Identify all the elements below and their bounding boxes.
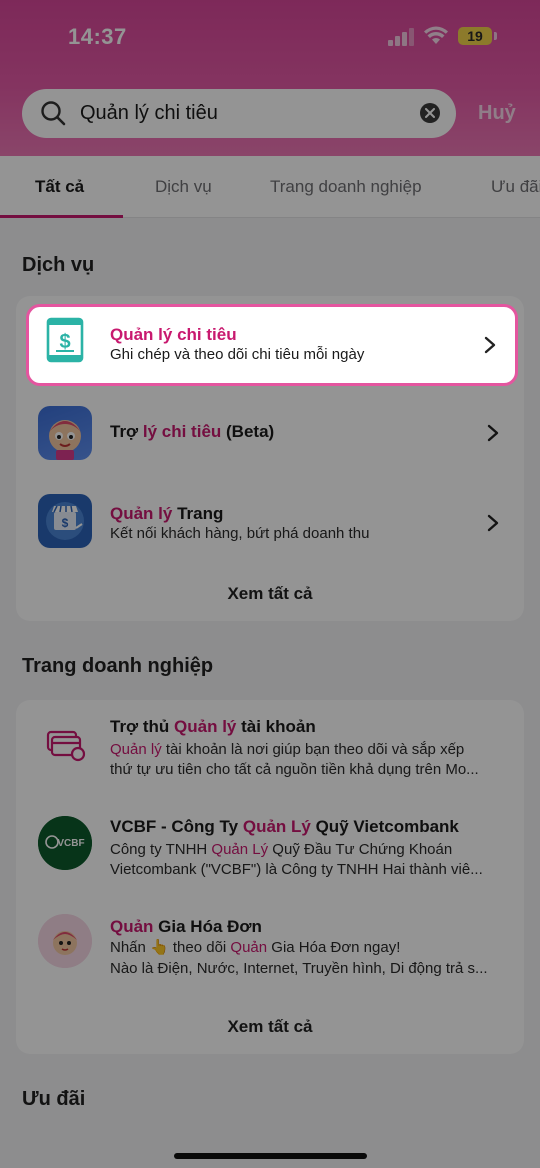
services-see-all-button[interactable]: Xem tất cả: [16, 584, 524, 604]
list-item-vcbf[interactable]: VCBF VCBF - Công Ty Quản Lý Quỹ Vietcomb…: [16, 800, 524, 898]
svg-text:$: $: [59, 331, 70, 353]
account-manager-desc-line2: thứ tự ưu tiên cho tất cả nguồn tiền khả…: [110, 761, 479, 778]
bill-butler-desc-line1: Nhấn 👆 theo dõi Quản Gia Hóa Đơn ngay!: [110, 939, 401, 956]
business-card: Trợ thủ Quản lý tài khoản Quản lý tài kh…: [16, 700, 524, 1054]
active-tab-indicator: [0, 215, 123, 218]
tab-services[interactable]: Dịch vụ: [155, 177, 212, 197]
business-section-title: Trang doanh nghiệp: [22, 655, 214, 677]
card-stack-icon: [38, 716, 92, 770]
list-item-page-manager[interactable]: $ Quản lý Trang Kết nối khách hàng, bứt …: [16, 482, 524, 562]
list-item-expense-assistant[interactable]: Trợ lý chi tiêu (Beta): [16, 396, 524, 470]
bill-butler-avatar-icon: [38, 914, 92, 968]
tab-bar: Tất cả Dịch vụ Trang doanh nghiệp Ưu đãi: [0, 156, 540, 218]
business-see-all-button[interactable]: Xem tất cả: [16, 1017, 524, 1037]
chevron-right-icon: [487, 514, 499, 532]
bill-butler-title: Quản Gia Hóa Đơn: [110, 917, 262, 936]
search-icon: [41, 101, 66, 126]
chevron-right-icon: [487, 424, 499, 442]
highlighted-subtitle: Ghi chép và theo dõi chi tiêu mỗi ngày: [110, 346, 365, 363]
search-query[interactable]: Quản lý chi tiêu: [80, 102, 218, 125]
search-input[interactable]: Quản lý chi tiêu: [22, 89, 456, 138]
status-time: 14:37: [68, 24, 127, 49]
highlighted-title: Quản lý chi tiêu: [110, 325, 237, 344]
svg-text:VCBF: VCBF: [57, 838, 84, 849]
battery-tip: [494, 32, 497, 40]
expense-assistant-title: Trợ lý chi tiêu (Beta): [110, 422, 275, 441]
page-manager-title: Quản lý Trang: [110, 504, 224, 523]
clear-icon[interactable]: [420, 103, 440, 123]
signal-icon: [388, 28, 414, 46]
vcbf-title: VCBF - Công Ty Quản Lý Quỹ Vietcombank: [110, 817, 459, 836]
page-manager-subtitle: Kết nối khách hàng, bứt phá doanh thu: [110, 525, 370, 542]
wifi-icon: [424, 26, 448, 44]
account-manager-title: Trợ thủ Quản lý tài khoản: [110, 717, 316, 736]
page-manager-shop-icon: $: [38, 494, 92, 548]
highlighted-expense-manager-item[interactable]: $ Quản lý chi tiêu Ghi chép và theo dõi …: [26, 304, 518, 386]
home-indicator[interactable]: [174, 1153, 367, 1159]
offers-section-title: Ưu đãi: [22, 1088, 86, 1110]
chevron-right-icon: [484, 336, 496, 354]
battery-indicator: 19: [458, 27, 492, 45]
money-book-icon: $: [45, 317, 85, 363]
header: 14:37 19 Quản lý chi tiêu Huỷ: [0, 0, 540, 156]
vcbf-desc-line2: Vietcombank ("VCBF") là Công ty TNHH Hai…: [110, 861, 483, 878]
cancel-button[interactable]: Huỷ: [478, 102, 516, 125]
vcbf-logo: VCBF: [38, 816, 92, 870]
tab-all[interactable]: Tất cả: [35, 177, 84, 197]
list-item-account-manager[interactable]: Trợ thủ Quản lý tài khoản Quản lý tài kh…: [16, 700, 524, 798]
status-bar: 14:37 19: [0, 0, 540, 72]
tab-offers[interactable]: Ưu đãi: [491, 177, 540, 197]
list-item-bill-butler[interactable]: Quản Gia Hóa Đơn Nhấn 👆 theo dõi Quản Gi…: [16, 900, 524, 998]
svg-text:$: $: [62, 516, 69, 530]
vcbf-desc-line1: Công ty TNHH Quản Lý Quỹ Đầu Tư Chứng Kh…: [110, 841, 453, 858]
bill-butler-desc-line2: Nào là Điện, Nước, Internet, Truyền hình…: [110, 960, 488, 977]
expense-assistant-avatar-icon: [38, 406, 92, 460]
services-section-title: Dịch vụ: [22, 254, 95, 276]
account-manager-desc-line1: Quản lý tài khoản là nơi giúp bạn theo d…: [110, 741, 465, 758]
tab-business-pages[interactable]: Trang doanh nghiệp: [270, 177, 422, 197]
